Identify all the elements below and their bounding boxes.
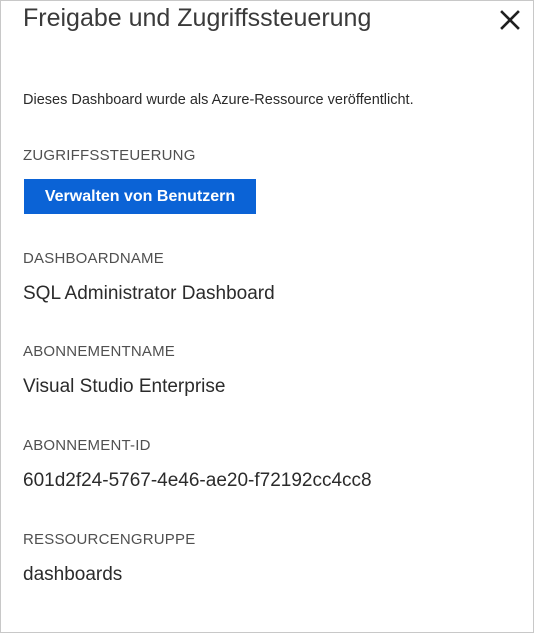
manage-users-button[interactable]: Verwalten von Benutzern [24,179,256,214]
subscription-id-value: 601d2f24-5767-4e46-ae20-f72192cc4cc8 [23,470,372,491]
close-button[interactable] [497,7,523,33]
subscription-id-label: ABONNEMENT-ID [23,437,151,454]
subscription-name-label: ABONNEMENTNAME [23,343,175,360]
subscription-name-value: Visual Studio Enterprise [23,376,226,397]
resource-group-label: RESSOURCENGRUPPE [23,531,196,548]
dashboard-name-value: SQL Administrator Dashboard [23,283,275,304]
share-access-panel: Freigabe und Zugriffssteuerung Dieses Da… [0,0,534,633]
dashboard-name-label: DASHBOARDNAME [23,250,164,267]
access-control-label: ZUGRIFFSSTEUERUNG [23,147,196,164]
close-icon [500,10,520,30]
panel-title: Freigabe und Zugriffssteuerung [23,4,372,32]
intro-text: Dieses Dashboard wurde als Azure-Ressour… [23,92,414,108]
resource-group-value: dashboards [23,564,123,585]
